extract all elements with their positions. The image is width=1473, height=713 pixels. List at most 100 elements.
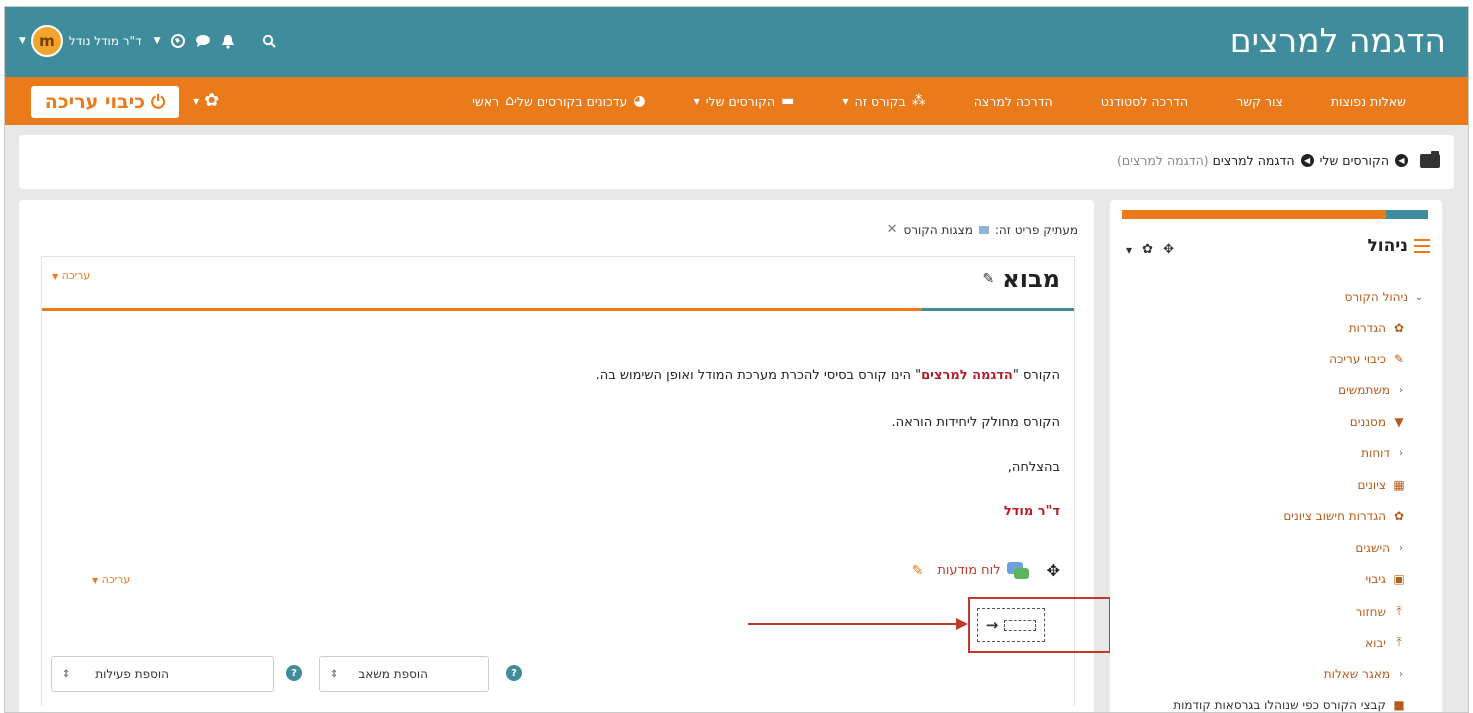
nav-item-contact[interactable]: צור קשר	[1236, 94, 1283, 109]
activity-edit-menu[interactable]: עריכה ▼	[92, 573, 130, 586]
folder-icon	[1420, 150, 1440, 168]
main-navbar: ⌂ ראשי ◕ עדכונים בקורסים שלי ▬ הקורסים ש…	[5, 77, 1468, 125]
breadcrumb-my-courses[interactable]: הקורסים שלי	[1320, 153, 1389, 168]
file-icon	[978, 225, 989, 234]
admin-tree-label: מאגר שאלות	[1323, 667, 1390, 681]
admin-tree-item[interactable]: ■ קבצי הקורס כפי שנוהלו בגרסאות קודמות	[1173, 698, 1406, 712]
copy-notice: מעתיק פריט זה: מצגות הקורס ✕	[887, 222, 1078, 237]
summary-line-3: בהצלחה,	[1007, 460, 1060, 475]
user-name[interactable]: ד"ר מודל נודל	[69, 34, 142, 48]
nav-item-faq[interactable]: שאלות נפוצות	[1331, 94, 1406, 109]
pencil-icon[interactable]: ✎	[912, 563, 924, 579]
nav-item-lecturer-guide[interactable]: הדרכה למרצה	[974, 94, 1053, 109]
block-title: ניהול	[1367, 236, 1430, 256]
chat-icon[interactable]	[195, 34, 211, 48]
admin-tree-label: גיבוי	[1365, 572, 1386, 586]
move-here-target[interactable]: →	[977, 608, 1045, 642]
bell-icon[interactable]	[221, 34, 235, 49]
copy-item-name: מצגות הקורס	[903, 222, 973, 237]
admin-tree-item[interactable]: ‹ מאגר שאלות	[1324, 667, 1406, 681]
pencil-icon[interactable]: ✎	[983, 271, 995, 287]
nav-item-my-courses[interactable]: ▬ הקורסים שלי ▼	[694, 93, 795, 109]
activity-link[interactable]: לוח מודעות	[937, 563, 1000, 578]
globe-icon[interactable]	[170, 34, 185, 48]
nav-item-label: בקורס זה	[854, 93, 906, 109]
search-icon[interactable]	[262, 34, 276, 48]
chevron-down-icon[interactable]: ▼	[1126, 246, 1132, 255]
nav-item-student-guide[interactable]: הדרכה לסטודנט	[1101, 94, 1188, 109]
move-icon[interactable]: ✥	[1047, 561, 1060, 580]
admin-tree-item[interactable]: ‹ משתמשים	[1338, 383, 1406, 397]
nav-item-this-course[interactable]: ⁂ בקורס זה ▼	[842, 93, 925, 109]
admin-tree-label: ניהול הקורס	[1344, 290, 1408, 304]
admin-tree-item[interactable]: ✎ כיבוי עריכה	[1329, 352, 1406, 366]
menu-item-icon: ▦	[1393, 478, 1405, 492]
menu-item-icon: ⤒	[1396, 635, 1402, 649]
help-icon[interactable]: ?	[506, 665, 522, 681]
forum-icon	[1006, 561, 1029, 580]
edit-mode-button[interactable]: ⏻ כיבוי עריכה	[31, 86, 179, 118]
chevron-left-icon: ‹	[1399, 447, 1403, 459]
chevron-left-icon: ◀	[1395, 154, 1408, 167]
nav-item-label: ראשי	[472, 93, 500, 109]
user-menu-caret-icon[interactable]: ▼	[19, 36, 26, 46]
cancel-copy-icon[interactable]: ✕	[887, 222, 898, 237]
admin-tree-item[interactable]: ▦ ציונים	[1357, 478, 1406, 492]
admin-block: ניהול ▼ ✿ ✥ ⌄ ניהול הקורס ✿ הגדרות ✎ כיבוי עריכ…	[1110, 200, 1442, 712]
section-edit-label: עריכה	[61, 269, 91, 282]
chevron-down-icon: ⌄	[1414, 291, 1424, 303]
admin-tree-item[interactable]: ▼ מסננים	[1350, 415, 1406, 429]
menu-item-icon: ✎	[1393, 352, 1405, 366]
nav-item-label: צור קשר	[1236, 93, 1283, 109]
admin-tree-label: ציונים	[1357, 478, 1386, 492]
avatar[interactable]: m	[30, 25, 63, 57]
admin-tree-label: יבוא	[1365, 635, 1386, 650]
add-activity-select[interactable]: הוספת פעילות ⇕	[51, 656, 274, 692]
site-header: הדגמה למרצים ▼ m ד"ר מודל נודל ▼	[5, 7, 1468, 77]
admin-tree-item[interactable]: ✿ הגדרות	[1349, 321, 1406, 335]
dashboard-icon: ◕	[633, 93, 646, 109]
move-icon[interactable]: ✥	[1163, 242, 1174, 257]
signature-text: ד"ר מודל	[1003, 504, 1060, 519]
admin-tree-item[interactable]: ▣ גיבוי	[1365, 572, 1406, 586]
nav-item-dashboard[interactable]: ◕ עדכונים בקורסים שלי	[514, 93, 645, 109]
power-icon: ⏻	[150, 91, 166, 113]
chevron-left-icon: ‹	[1399, 384, 1403, 396]
section-edit-menu[interactable]: עריכה ▼	[52, 269, 90, 282]
arrow-right-icon: →	[985, 616, 999, 634]
settings-menu[interactable]: ▼ ✿	[193, 90, 219, 111]
chevron-down-icon: ▼	[52, 272, 59, 281]
language-caret-icon[interactable]: ▼	[154, 36, 161, 46]
admin-tree-item[interactable]: ‹ דוחות	[1361, 446, 1406, 460]
admin-tree-item[interactable]: ⤒ יבוא	[1365, 635, 1406, 650]
admin-tree-label: משתמשים	[1338, 383, 1390, 397]
hamburger-icon[interactable]	[1414, 239, 1430, 253]
admin-tree-item[interactable]: ⤒ שחזור	[1355, 604, 1406, 619]
admin-tree-item[interactable]: ‹ הישגים	[1355, 541, 1406, 555]
nav-item-label: הקורסים שלי	[705, 93, 776, 109]
summary-course-name: הדגמה למרצים	[921, 368, 1013, 383]
activity-edit-label: עריכה	[101, 573, 131, 586]
site-title[interactable]: הדגמה למרצים	[1230, 21, 1446, 60]
add-resource-label: הוספת משאב	[358, 667, 428, 681]
chevron-left-icon: ‹	[1399, 668, 1403, 680]
select-arrows-icon: ⇕	[330, 668, 339, 680]
admin-tree-item[interactable]: ✿ הגדרות חישוב ציונים	[1283, 509, 1406, 523]
add-resource-select[interactable]: הוספת משאב ⇕	[319, 656, 489, 692]
section-title: מבוא ✎	[983, 265, 1060, 293]
breadcrumb-course[interactable]: הדגמה למרצים	[1213, 153, 1295, 168]
moodle-window: הדגמה למרצים ▼ m ד"ר מודל נודל ▼ ⌂ ראשי …	[4, 6, 1469, 713]
nav-item-label: עדכונים בקורסים שלי	[514, 93, 628, 109]
gear-icon[interactable]: ✿	[1142, 242, 1153, 257]
breadcrumb-bar: ◀ הקורסים שלי ◀ הדגמה למרצים (הדגמה למרצ…	[19, 135, 1454, 189]
section-title-text[interactable]: מבוא	[1002, 265, 1060, 293]
admin-tree-label: כיבוי עריכה	[1329, 352, 1386, 366]
chevron-down-icon: ▼	[842, 96, 849, 106]
nav-items: ⌂ ראשי ◕ עדכונים בקורסים שלי ▬ הקורסים ש…	[472, 77, 1454, 125]
admin-tree-item[interactable]: ⌄ ניהול הקורס	[1345, 290, 1424, 304]
summary-text: " הינו קורס בסיסי להכרת מערכת המודל ואופ…	[595, 368, 922, 383]
nav-item-home[interactable]: ⌂ ראשי	[472, 93, 514, 109]
chevron-left-icon: ‹	[1399, 542, 1403, 554]
course-section: מבוא ✎ עריכה ▼ הקורס "הדגמה למרצים" הינו…	[41, 256, 1111, 706]
help-icon[interactable]: ?	[286, 665, 302, 681]
